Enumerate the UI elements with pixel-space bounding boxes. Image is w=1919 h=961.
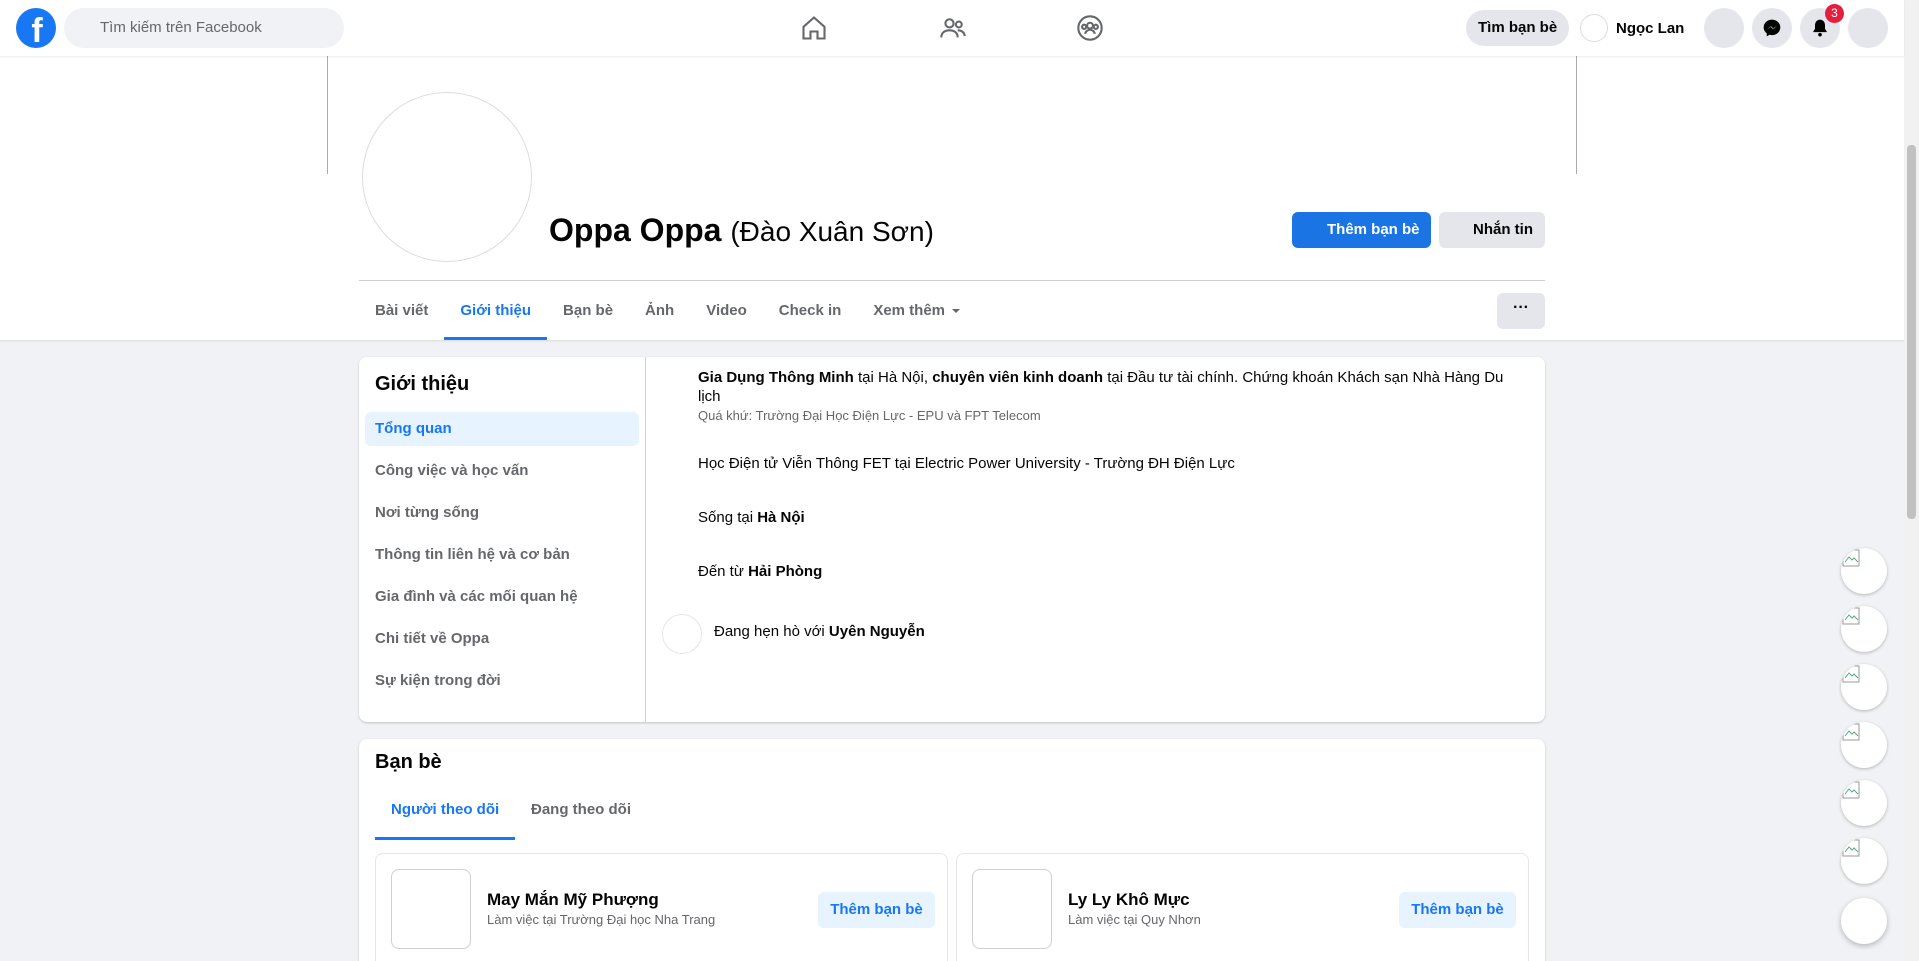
groups-icon[interactable] bbox=[1072, 10, 1108, 46]
header-divider bbox=[359, 280, 1545, 281]
user-name: Ngọc Lan bbox=[1616, 19, 1685, 37]
chat-contact-bubble[interactable] bbox=[1841, 606, 1887, 652]
new-message-button[interactable] bbox=[1841, 898, 1887, 944]
tab-friends[interactable]: Bạn bè bbox=[547, 282, 629, 340]
cover-photo-edge bbox=[327, 56, 328, 174]
list-item: Ly Ly Khô Mực Làm việc tại Quy Nhơn Thêm… bbox=[956, 853, 1529, 961]
caret-down-icon bbox=[952, 309, 961, 313]
avatar bbox=[1580, 14, 1608, 42]
broken-image-icon bbox=[1842, 549, 1860, 567]
profile-header: Oppa Oppa (Đào Xuân Sơn) Thêm bạn bè Nhắ… bbox=[0, 56, 1904, 340]
tab-following[interactable]: Đang theo dõi bbox=[515, 783, 647, 837]
lives-in-label: Sống tại bbox=[698, 509, 754, 526]
tab-followers[interactable]: Người theo dõi bbox=[375, 783, 516, 840]
add-friend-button[interactable]: Thêm bạn bè bbox=[1292, 212, 1431, 248]
message-button[interactable]: Nhắn tin bbox=[1439, 212, 1545, 248]
profile-name: Oppa Oppa (Đào Xuân Sơn) bbox=[549, 212, 934, 249]
broken-image-icon bbox=[1842, 723, 1860, 741]
chat-contact-bubble[interactable] bbox=[1841, 838, 1887, 884]
search-input[interactable] bbox=[64, 8, 344, 48]
chat-contact-bubble[interactable] bbox=[1841, 664, 1887, 710]
work-company-link[interactable]: Gia Dụng Thông Minh bbox=[698, 369, 854, 386]
partner-avatar[interactable] bbox=[662, 614, 702, 654]
tab-see-more-label: Xem thêm bbox=[873, 302, 946, 319]
about-nav-contact-basic[interactable]: Thông tin liên hệ và cơ bản bbox=[365, 538, 639, 572]
overview-education: Học Điện tử Viễn Thông FET tại Electric … bbox=[698, 455, 1235, 472]
friend-photo[interactable] bbox=[391, 869, 471, 949]
overview-work: Gia Dụng Thông Minh tại Hà Nội, chuyên v… bbox=[698, 368, 1518, 425]
chat-contact-bubble[interactable] bbox=[1841, 780, 1887, 826]
home-icon[interactable] bbox=[796, 10, 832, 46]
friends-icon[interactable] bbox=[935, 10, 971, 46]
tab-posts[interactable]: Bài viết bbox=[359, 282, 444, 340]
svg-text:f: f bbox=[31, 12, 43, 48]
notification-count-badge: 3 bbox=[1825, 4, 1844, 23]
tab-photos[interactable]: Ảnh bbox=[629, 282, 690, 340]
tab-videos[interactable]: Video bbox=[690, 282, 763, 340]
about-card: Giới thiệu Tổng quan Công việc và học vấ… bbox=[359, 357, 1545, 722]
find-friends-button[interactable]: Tìm bạn bè bbox=[1466, 10, 1570, 46]
profile-alternate-name: (Đào Xuân Sơn) bbox=[730, 216, 934, 247]
relationship-partner-name[interactable]: Uyên Nguyễn bbox=[829, 623, 925, 640]
about-nav-overview[interactable]: Tổng quan bbox=[365, 412, 639, 446]
about-nav-life-events[interactable]: Sự kiện trong đời bbox=[365, 664, 639, 698]
notifications-icon[interactable]: 3 bbox=[1800, 4, 1844, 48]
friend-name[interactable]: Ly Ly Khô Mực bbox=[1068, 890, 1190, 910]
tab-see-more[interactable]: Xem thêm bbox=[857, 282, 977, 340]
work-role: chuyên viên kinh doanh bbox=[932, 369, 1104, 386]
friend-name[interactable]: May Mắn Mỹ Phượng bbox=[487, 890, 659, 910]
work-location: tại Hà Nội, bbox=[857, 369, 929, 386]
scrollbar-thumb[interactable] bbox=[1907, 145, 1916, 519]
add-friend-button[interactable]: Thêm bạn bè bbox=[818, 892, 935, 928]
overview-from: Đến từ Hải Phòng bbox=[698, 563, 822, 580]
about-nav-places-lived[interactable]: Nơi từng sống bbox=[365, 496, 639, 530]
overview-lives-in: Sống tại Hà Nội bbox=[698, 509, 805, 526]
friend-detail: Làm việc tại Trường Đại học Nha Trang bbox=[487, 912, 716, 927]
work-past: Quá khứ: Trường Đại Học Điện Lực - EPU v… bbox=[698, 408, 1041, 423]
list-item: May Mắn Mỹ Phượng Làm việc tại Trường Đạ… bbox=[375, 853, 948, 961]
menu-icon[interactable] bbox=[1704, 8, 1744, 48]
top-navigation-bar: f Tìm bạn bè Ngọc Lan 3 bbox=[0, 0, 1904, 56]
from-city[interactable]: Hải Phòng bbox=[748, 563, 822, 580]
friends-card: Bạn bè Người theo dõi Đang theo dõi May … bbox=[359, 739, 1545, 961]
relationship-label: Đang hẹn hò với bbox=[714, 623, 825, 640]
about-nav-details[interactable]: Chi tiết về Oppa bbox=[365, 622, 639, 656]
about-nav-work-education[interactable]: Công việc và học vấn bbox=[365, 454, 639, 488]
friend-detail: Làm việc tại Quy Nhơn bbox=[1068, 912, 1201, 927]
profile-picture[interactable] bbox=[362, 92, 532, 262]
tab-about[interactable]: Giới thiệu bbox=[444, 282, 547, 340]
profile-shortcut[interactable]: Ngọc Lan bbox=[1580, 12, 1684, 44]
broken-image-icon bbox=[1842, 665, 1860, 683]
broken-image-icon bbox=[1842, 781, 1860, 799]
profile-tabs: Bài viết Giới thiệu Bạn bè Ảnh Video Che… bbox=[359, 282, 977, 340]
broken-image-icon bbox=[1842, 839, 1860, 857]
about-title: Giới thiệu bbox=[375, 373, 470, 395]
friend-photo[interactable] bbox=[972, 869, 1052, 949]
chat-contact-bubble[interactable] bbox=[1841, 722, 1887, 768]
profile-primary-name: Oppa Oppa bbox=[549, 212, 722, 248]
facebook-logo-icon[interactable]: f bbox=[16, 8, 56, 50]
about-sidebar: Giới thiệu Tổng quan Công việc và học vấ… bbox=[359, 357, 646, 722]
account-avatar[interactable] bbox=[1848, 8, 1888, 48]
friends-title: Bạn bè bbox=[375, 751, 442, 773]
lives-in-city[interactable]: Hà Nội bbox=[757, 509, 805, 526]
add-friend-button[interactable]: Thêm bạn bè bbox=[1399, 892, 1516, 928]
about-nav-family-relationships[interactable]: Gia đình và các mối quan hệ bbox=[365, 580, 639, 614]
messenger-icon[interactable] bbox=[1752, 8, 1792, 48]
broken-image-icon bbox=[1842, 607, 1860, 625]
from-label: Đến từ bbox=[698, 563, 744, 580]
tab-checkins[interactable]: Check in bbox=[763, 282, 858, 340]
more-options-button[interactable]: ··· bbox=[1497, 293, 1545, 329]
chat-contact-bubble[interactable] bbox=[1841, 548, 1887, 594]
cover-photo-edge bbox=[1576, 56, 1577, 174]
overview-relationship: Đang hẹn hò với Uyên Nguyễn bbox=[714, 623, 925, 640]
